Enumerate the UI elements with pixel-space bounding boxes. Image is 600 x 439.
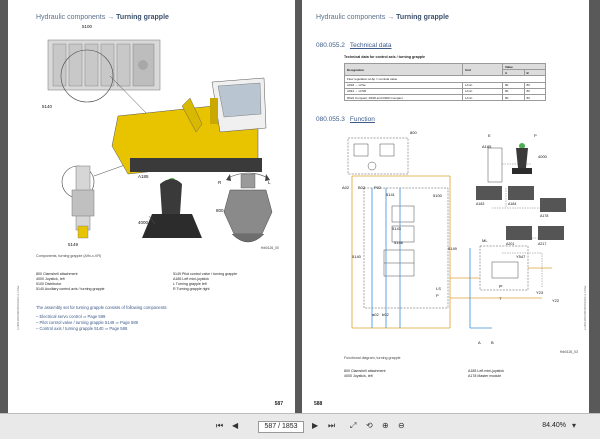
section-title: Function [349, 116, 375, 123]
legend-item: R Turning grapple right [173, 287, 210, 291]
diag-y547: Y547 [516, 254, 526, 259]
assembly-bullets: – Electrical servo control ⇒ Page 599 – … [36, 314, 138, 332]
clamshell-attachment-800 [223, 172, 273, 243]
technical-data-table: Designation Unit Value A B Flow regulati… [344, 62, 546, 102]
label-a185: A185 [138, 174, 149, 179]
diag-5146: 5146 [394, 240, 403, 245]
diag-e: E [488, 133, 491, 138]
header-title: Turning grapple [116, 14, 169, 21]
pilot-control-valve-5149 [71, 165, 95, 239]
diag-y22: Y22 [552, 298, 560, 303]
page-number: 588 [314, 401, 323, 407]
diag-t: T [499, 296, 502, 301]
assembly-text: The assembly set for turning grapple con… [36, 305, 168, 310]
page-header: Hydraulic components → Turning grapple [316, 14, 449, 21]
page-588: Hydraulic components → Turning grapple 0… [302, 0, 589, 413]
side-document-id: LHB/2386/9006/0001/EN-2.3 Mar [16, 285, 20, 330]
diag-b02b: b02 [382, 312, 389, 317]
diag-b: B [491, 340, 494, 345]
diag-p02: P02 [374, 185, 382, 190]
legend-left: 800 Clamshell attachment 4000 Joystick, … [344, 369, 386, 379]
diag-5140: 5140 [352, 254, 361, 259]
diag-a201: A201 [506, 242, 515, 246]
figure-id: fhb0126_03 [560, 350, 578, 354]
control-modules [476, 186, 566, 240]
distributor-valve-block [47, 39, 161, 91]
legend-left: 800 Clamshell attachment 4000 Joystick, … [36, 272, 105, 292]
diag-p2: P [436, 293, 439, 298]
diag-a02b: a02 [372, 312, 379, 317]
diag-5100: 5100 [433, 193, 442, 198]
header-section: Hydraulic components [36, 14, 106, 21]
diag-4000: 4000 [538, 154, 547, 159]
figure-caption: Functional diagram, turning grapple [344, 356, 401, 360]
label-5100: 5100 [82, 24, 93, 29]
figure-id: fhb0126_00 [261, 246, 279, 250]
label-5140: 5140 [42, 104, 53, 109]
diag-pr: pr [499, 283, 503, 288]
page-number: 587 [274, 401, 283, 407]
diag-a02: A02 [342, 185, 350, 190]
table-caption: Technical data for control axis / turnin… [344, 55, 426, 59]
header-title: Turning grapple [396, 14, 449, 21]
document-viewer: Hydraulic components → Turning grapple 5… [0, 0, 600, 439]
next-page-icon[interactable]: ▶ [312, 421, 318, 430]
label-4000: 4000 [138, 220, 149, 225]
diag-y23: Y23 [536, 290, 544, 295]
diag-ml: ML [482, 238, 488, 243]
diag-5141: 5141 [386, 192, 395, 197]
page-number-input[interactable]: 587 / 1853 [258, 421, 304, 433]
zoom-in-icon[interactable]: ⊕ [382, 421, 389, 430]
zoom-level[interactable]: 84.40% [542, 422, 566, 429]
diag-5149: 5149 [448, 246, 457, 251]
bullet-item[interactable]: – Control axis / turning grapple 5140 ⇒ … [36, 326, 138, 332]
legend-item: A178 Master module [468, 374, 502, 378]
label-l: L [268, 180, 271, 185]
page-587: Hydraulic components → Turning grapple 5… [8, 0, 295, 413]
section-number: 080.055.2 [316, 42, 345, 49]
joystick-symbol [512, 143, 532, 174]
diag-ls: LS [436, 286, 441, 291]
diag-p: P [534, 133, 537, 138]
section-technical-data: 080.055.2 Technical data [316, 42, 391, 49]
diag-a: A [478, 340, 481, 345]
legend-item: 4000 Joystick, left [344, 374, 373, 378]
section-title: Technical data [349, 42, 392, 49]
label-r: R [218, 180, 222, 185]
diag-a183: A183 [476, 202, 485, 206]
legend-right: 5149 Pilot control valve / turning grapp… [173, 272, 237, 292]
zoom-dropdown-icon[interactable]: ▾ [572, 421, 576, 430]
diag-a185: A185 [482, 144, 492, 149]
diag-5143: 5143 [392, 226, 401, 231]
label-800: 800 [216, 208, 224, 213]
zoom-out-icon[interactable]: ⊖ [398, 421, 405, 430]
section-function: 080.055.3 Function [316, 116, 375, 123]
figure-caption: Components, turning grapple (A9x-x-VR) [36, 254, 102, 258]
side-document-id: LHB/2386/9006/0001/EN-2.3 Mar [583, 285, 587, 330]
diag-800: 800 [410, 130, 417, 135]
rotate-icon[interactable]: ⟲ [366, 421, 373, 430]
header-unit: Unit [462, 62, 503, 77]
header-section: Hydraulic components [316, 14, 386, 21]
fit-page-icon[interactable]: ⤢ [350, 421, 356, 431]
prev-page-icon[interactable]: ◀ [232, 421, 238, 430]
last-page-icon[interactable]: ⏭ [328, 421, 335, 431]
diag-a217: A217 [538, 242, 547, 246]
viewer-toolbar: ⏮ ◀ 587 / 1853 ▶ ⏭ ⤢ ⟲ ⊕ ⊖ 84.40% ▾ [0, 413, 600, 439]
diag-a184: A184 [508, 202, 517, 206]
left-joystick-4000 [142, 178, 202, 238]
excavator-body [111, 77, 267, 175]
legend-item: 5140 Auxiliary control axis / turning gr… [36, 287, 105, 291]
page-header: Hydraulic components → Turning grapple [36, 14, 169, 21]
legend-right: A185 Left mini-joystick A178 Master modu… [468, 369, 504, 379]
table-row: R924 Compact, R918 and R920 Compact L/mi… [344, 93, 546, 102]
section-number: 080.055.3 [316, 116, 345, 123]
label-5149: 5149 [68, 242, 79, 247]
diag-a178: A178 [540, 214, 549, 218]
turning-grapple-illustration [47, 39, 273, 243]
header-designation: Designation [344, 62, 463, 77]
first-page-icon[interactable]: ⏮ [216, 421, 223, 431]
diag-b02: B02 [358, 185, 366, 190]
